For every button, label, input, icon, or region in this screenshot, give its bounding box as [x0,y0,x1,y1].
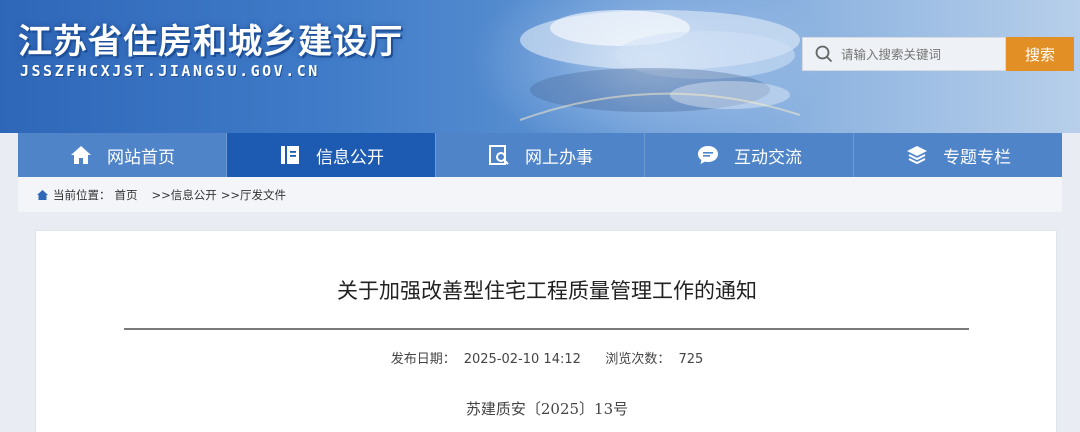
document-number: 苏建质安〔2025〕13号 [465,400,629,418]
search-button[interactable]: 搜索 [1006,37,1074,71]
breadcrumb-prefix: 当前位置： [53,187,111,202]
search-input[interactable] [841,46,1001,62]
breadcrumb-docs-link[interactable]: >>厅发文件 [221,187,286,203]
stadium-illustration [519,10,801,121]
article-meta: 发布日期： 2025-02-10 14:12 浏览次数： 725 [36,348,1058,367]
article-title: 关于加强改善型住宅工程质量管理工作的通知 [337,279,757,303]
nav-label: 网上办事 [525,147,593,168]
header-banner: 江苏省住房和城乡建设厅 JSSZFHCXJST.JIANGSU.GOV.CN 搜… [0,0,1080,133]
publish-date: 2025-02-10 14:12 [463,352,581,367]
search-icon [815,45,833,63]
title-divider [124,328,969,330]
chat-bubble-icon [698,146,718,164]
nav-item-info-disclosure[interactable]: 信息公开 [227,133,436,177]
nav-label: 信息公开 [316,147,384,168]
home-small-icon [37,189,48,200]
breadcrumb: 当前位置： 首页 >>信息公开 >>厅发文件 [18,177,1062,212]
article-panel: 关于加强改善型住宅工程质量管理工作的通知 发布日期： 2025-02-10 14:… [35,230,1057,432]
home-icon [71,146,91,164]
online-service-icon [489,145,509,165]
publish-date-label: 发布日期： [390,352,456,367]
nav-item-home[interactable]: 网站首页 [18,133,227,177]
nav-label: 互动交流 [734,147,802,168]
nav-label: 专题专栏 [943,147,1011,168]
site-domain: JSSZFHCXJST.JIANGSU.GOV.CN [20,62,320,80]
nav-item-special-topics[interactable]: 专题专栏 [854,133,1062,177]
view-count-label: 浏览次数： [605,352,671,367]
layers-icon [907,146,927,165]
nav-label: 网站首页 [107,147,175,168]
site-title[interactable]: 江苏省住房和城乡建设厅 [18,14,403,63]
breadcrumb-home-link[interactable]: 首页 [115,187,138,203]
search-box[interactable] [802,37,1006,71]
view-count: 725 [678,352,704,367]
breadcrumb-info-link[interactable]: >>信息公开 [152,187,217,203]
nav-item-online-service[interactable]: 网上办事 [436,133,645,177]
nav-item-interaction[interactable]: 互动交流 [645,133,854,177]
main-nav: 网站首页 信息公开 网上办事 互动交流 专题专栏 [18,133,1062,177]
document-icon [281,146,299,164]
